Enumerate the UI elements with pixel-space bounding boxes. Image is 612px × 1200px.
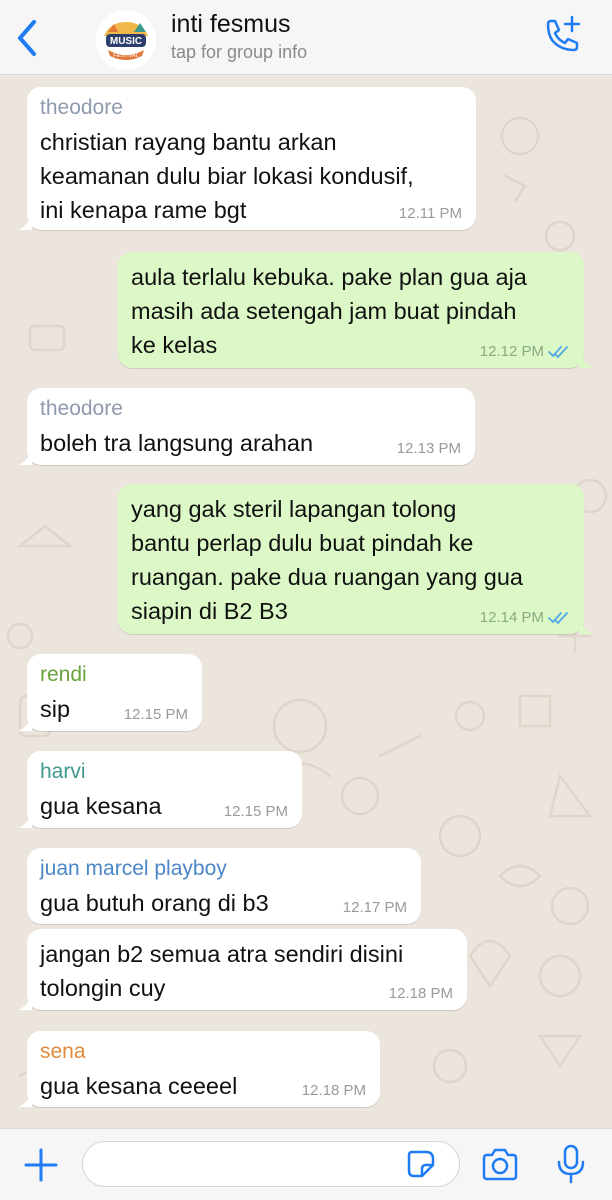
message-bubble-incoming[interactable]: rendi sip 12.15 PM	[18, 654, 202, 731]
message-time: 12.12 PM	[479, 343, 544, 360]
message-bubble-incoming[interactable]: juan marcel playboy gua butuh orang di b…	[27, 848, 421, 924]
bubble-tail	[18, 1091, 32, 1107]
message-meta: 12.11 PM	[399, 205, 462, 222]
read-receipt-icon	[548, 345, 568, 358]
message-time: 12.17 PM	[342, 899, 407, 916]
group-name[interactable]: inti fesmus	[171, 10, 290, 39]
plus-icon[interactable]	[22, 1146, 60, 1184]
message-sender[interactable]: sena	[40, 1039, 368, 1065]
message-bubble-incoming[interactable]: jangan b2 semua atra sendiri disini tolo…	[18, 929, 467, 1010]
group-info-hint[interactable]: tap for group info	[171, 42, 307, 63]
message-time: 12.14 PM	[479, 609, 544, 626]
add-call-icon[interactable]	[540, 14, 584, 58]
bubble-tail	[18, 214, 32, 230]
message-bubble-outgoing[interactable]: aula terlalu kebuka. pake plan gua aja m…	[118, 252, 593, 368]
read-receipt-icon	[548, 611, 568, 624]
message-bubble-incoming[interactable]: theodore christian rayang bantu arkan ke…	[18, 87, 476, 230]
message-meta: 12.18 PM	[302, 1082, 366, 1099]
avatar-logo-text-festival: FESTIVAL	[113, 53, 139, 59]
bubble-tail	[18, 715, 32, 731]
message-meta: 12.14 PM	[480, 609, 570, 626]
message-sender[interactable]: juan marcel playboy	[40, 856, 409, 882]
message-meta: 12.13 PM	[397, 440, 461, 457]
bubble-tail	[18, 994, 32, 1010]
message-meta: 12.18 PM	[389, 985, 453, 1002]
message-sender[interactable]: rendi	[40, 662, 190, 688]
message-sender[interactable]: theodore	[40, 95, 464, 121]
message-time: 12.13 PM	[396, 440, 461, 457]
avatar-logo-text-music: MUSIC	[110, 36, 142, 47]
message-meta: 12.12 PM	[480, 343, 570, 360]
bubble-tail	[579, 618, 593, 634]
bubble-tail	[579, 352, 593, 368]
message-sender[interactable]: harvi	[40, 759, 290, 785]
message-input[interactable]	[82, 1141, 460, 1187]
group-avatar[interactable]: MUSIC FESTIVAL	[96, 10, 156, 70]
back-arrow-icon[interactable]	[10, 16, 44, 60]
chat-header: MUSIC FESTIVAL inti fesmus tap for group…	[0, 0, 612, 75]
message-meta: 12.15 PM	[224, 803, 288, 820]
message-sender[interactable]: theodore	[40, 396, 463, 422]
microphone-icon[interactable]	[554, 1143, 588, 1185]
message-bubble-incoming[interactable]: sena gua kesana ceeeel 12.18 PM	[18, 1031, 380, 1107]
message-bubble-incoming[interactable]: harvi gua kesana 12.15 PM	[18, 751, 302, 828]
message-bubble-incoming[interactable]: theodore boleh tra langsung arahan 12.13…	[18, 388, 475, 465]
bubble-tail	[18, 812, 32, 828]
message-time: 12.18 PM	[301, 1082, 366, 1099]
message-text: yang gak steril lapangan tolong bantu pe…	[131, 496, 523, 624]
composer-bar	[0, 1128, 612, 1200]
camera-icon[interactable]	[480, 1147, 520, 1183]
message-bubble-outgoing[interactable]: yang gak steril lapangan tolong bantu pe…	[118, 484, 593, 634]
message-time: 12.15 PM	[223, 803, 288, 820]
bubble-tail	[18, 449, 32, 465]
message-meta: 12.17 PM	[343, 899, 407, 916]
message-time: 12.15 PM	[123, 706, 188, 723]
message-time: 12.18 PM	[388, 985, 453, 1002]
sticker-icon[interactable]	[406, 1149, 436, 1179]
message-meta: 12.15 PM	[124, 706, 188, 723]
message-time: 12.11 PM	[398, 205, 462, 222]
